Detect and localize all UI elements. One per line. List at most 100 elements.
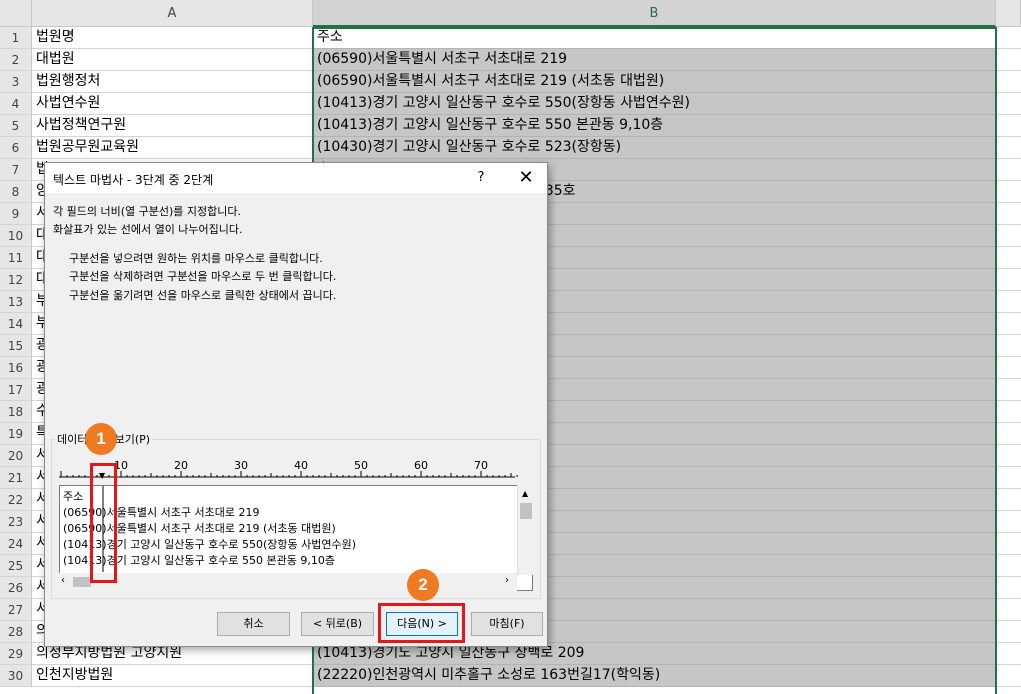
scroll-up-icon[interactable]: ▲ xyxy=(522,489,528,498)
row-header[interactable]: 9 xyxy=(0,203,32,225)
column-header-c[interactable] xyxy=(996,0,1021,27)
row-header[interactable]: 7 xyxy=(0,159,32,181)
row-header[interactable]: 4 xyxy=(0,93,32,115)
cell-b[interactable]: (22220)인천광역시 미추홀구 소성로 163번길17(학익동) xyxy=(313,665,996,687)
row-header[interactable]: 5 xyxy=(0,115,32,137)
cancel-button[interactable]: 취소 xyxy=(217,612,290,636)
cell-c[interactable] xyxy=(996,423,1021,445)
scroll-right-icon[interactable]: › xyxy=(505,575,509,586)
cell-c[interactable] xyxy=(996,489,1021,511)
row-header[interactable]: 14 xyxy=(0,313,32,335)
row-header[interactable]: 24 xyxy=(0,533,32,555)
column-break-line[interactable] xyxy=(100,485,106,572)
cell-a[interactable]: 법원명 xyxy=(32,27,313,49)
cell-c[interactable] xyxy=(996,335,1021,357)
row-header[interactable]: 8 xyxy=(0,181,32,203)
intro-text-2: 화살표가 있는 선에서 열이 나누어집니다. xyxy=(53,223,243,236)
cell-c[interactable] xyxy=(996,291,1021,313)
cell-c[interactable] xyxy=(996,27,1021,49)
ruler-label: 10 xyxy=(114,459,128,472)
row-header[interactable]: 30 xyxy=(0,665,32,687)
cell-c[interactable] xyxy=(996,445,1021,467)
scroll-left-icon[interactable]: ‹ xyxy=(61,575,65,586)
row-header[interactable]: 26 xyxy=(0,577,32,599)
cell-c[interactable] xyxy=(996,357,1021,379)
row-header[interactable]: 1 xyxy=(0,27,32,49)
close-icon[interactable]: ✕ xyxy=(513,167,539,189)
cell-a[interactable]: 법원행정처 xyxy=(32,71,313,93)
row-header[interactable]: 21 xyxy=(0,467,32,489)
dialog-titlebar[interactable]: 텍스트 마법사 - 3단계 중 2단계 ? ✕ xyxy=(45,163,547,193)
row-header[interactable]: 25 xyxy=(0,555,32,577)
cell-b[interactable]: (06590)서울특별시 서초구 서초대로 219 xyxy=(313,49,996,71)
select-all-corner[interactable] xyxy=(0,0,32,27)
cell-c[interactable] xyxy=(996,511,1021,533)
cell-c[interactable] xyxy=(996,665,1021,687)
cell-c[interactable] xyxy=(996,313,1021,335)
cell-a[interactable]: 인천지방법원 xyxy=(32,665,313,687)
finish-button[interactable]: 마침(F) xyxy=(471,612,543,636)
cell-b[interactable]: 주소 xyxy=(313,27,996,49)
cell-c[interactable] xyxy=(996,247,1021,269)
cell-c[interactable] xyxy=(996,577,1021,599)
row-header[interactable]: 17 xyxy=(0,379,32,401)
cell-c[interactable] xyxy=(996,621,1021,643)
cell-a[interactable]: 법원공무원교육원 xyxy=(32,137,313,159)
row-header[interactable]: 15 xyxy=(0,335,32,357)
preview-line: (10413)경기 고양시 일산동구 호수로 550(장항동 사법연수원) xyxy=(63,538,357,551)
row-header[interactable]: 19 xyxy=(0,423,32,445)
cell-c[interactable] xyxy=(996,71,1021,93)
row-header[interactable]: 6 xyxy=(0,137,32,159)
cell-c[interactable] xyxy=(996,225,1021,247)
cell-c[interactable] xyxy=(996,643,1021,665)
cell-c[interactable] xyxy=(996,49,1021,71)
next-button[interactable]: 다음(N) > xyxy=(386,612,458,636)
cell-c[interactable] xyxy=(996,401,1021,423)
cell-c[interactable] xyxy=(996,115,1021,137)
preview-vertical-scrollbar[interactable]: ▲ xyxy=(517,485,534,575)
cell-b[interactable]: (10413)경기 고양시 일산동구 호수로 550(장항동 사법연수원) xyxy=(313,93,996,115)
row-header[interactable]: 10 xyxy=(0,225,32,247)
cell-a[interactable]: 사법정책연구원 xyxy=(32,115,313,137)
ruler-label: 50 xyxy=(354,459,368,472)
cell-c[interactable] xyxy=(996,159,1021,181)
cell-a[interactable]: 대법원 xyxy=(32,49,313,71)
row-header[interactable]: 3 xyxy=(0,71,32,93)
row-header[interactable]: 22 xyxy=(0,489,32,511)
cell-b[interactable]: (06590)서울특별시 서초구 서초대로 219 (서초동 대법원) xyxy=(313,71,996,93)
back-button[interactable]: < 뒤로(B) xyxy=(301,612,374,636)
cell-c[interactable] xyxy=(996,203,1021,225)
cell-c[interactable] xyxy=(996,379,1021,401)
column-header-a[interactable]: A xyxy=(32,0,313,27)
cell-b[interactable]: (10413)경기 고양시 일산동구 호수로 550 본관동 9,10층 xyxy=(313,115,996,137)
cell-c[interactable] xyxy=(996,137,1021,159)
cell-c[interactable] xyxy=(996,181,1021,203)
scroll-thumb[interactable] xyxy=(520,503,532,519)
horizontal-scroll-thumb[interactable] xyxy=(73,577,91,587)
cell-c[interactable] xyxy=(996,93,1021,115)
cell-c[interactable] xyxy=(996,555,1021,577)
preview-horizontal-scrollbar[interactable]: ‹ › xyxy=(59,573,517,591)
row-header[interactable]: 23 xyxy=(0,511,32,533)
help-button[interactable]: ? xyxy=(470,167,492,189)
cell-c[interactable] xyxy=(996,467,1021,489)
row-header[interactable]: 12 xyxy=(0,269,32,291)
tip-insert: 구분선을 넣으려면 원하는 위치를 마우스로 클릭합니다. xyxy=(69,252,323,265)
cell-c[interactable] xyxy=(996,533,1021,555)
row-header[interactable]: 2 xyxy=(0,49,32,71)
row-header[interactable]: 29 xyxy=(0,643,32,665)
row-header[interactable]: 20 xyxy=(0,445,32,467)
row-header[interactable]: 18 xyxy=(0,401,32,423)
ruler-label: 20 xyxy=(174,459,188,472)
cell-c[interactable] xyxy=(996,269,1021,291)
column-ruler[interactable]: 10 20 30 40 50 60 70 xyxy=(59,459,519,481)
column-header-b[interactable]: B xyxy=(313,0,996,27)
cell-b[interactable]: (10430)경기 고양시 일산동구 호수로 523(장항동) xyxy=(313,137,996,159)
row-header[interactable]: 16 xyxy=(0,357,32,379)
row-header[interactable]: 13 xyxy=(0,291,32,313)
cell-a[interactable]: 사법연수원 xyxy=(32,93,313,115)
row-header[interactable]: 28 xyxy=(0,621,32,643)
row-header[interactable]: 11 xyxy=(0,247,32,269)
row-header[interactable]: 27 xyxy=(0,599,32,621)
cell-c[interactable] xyxy=(996,599,1021,621)
